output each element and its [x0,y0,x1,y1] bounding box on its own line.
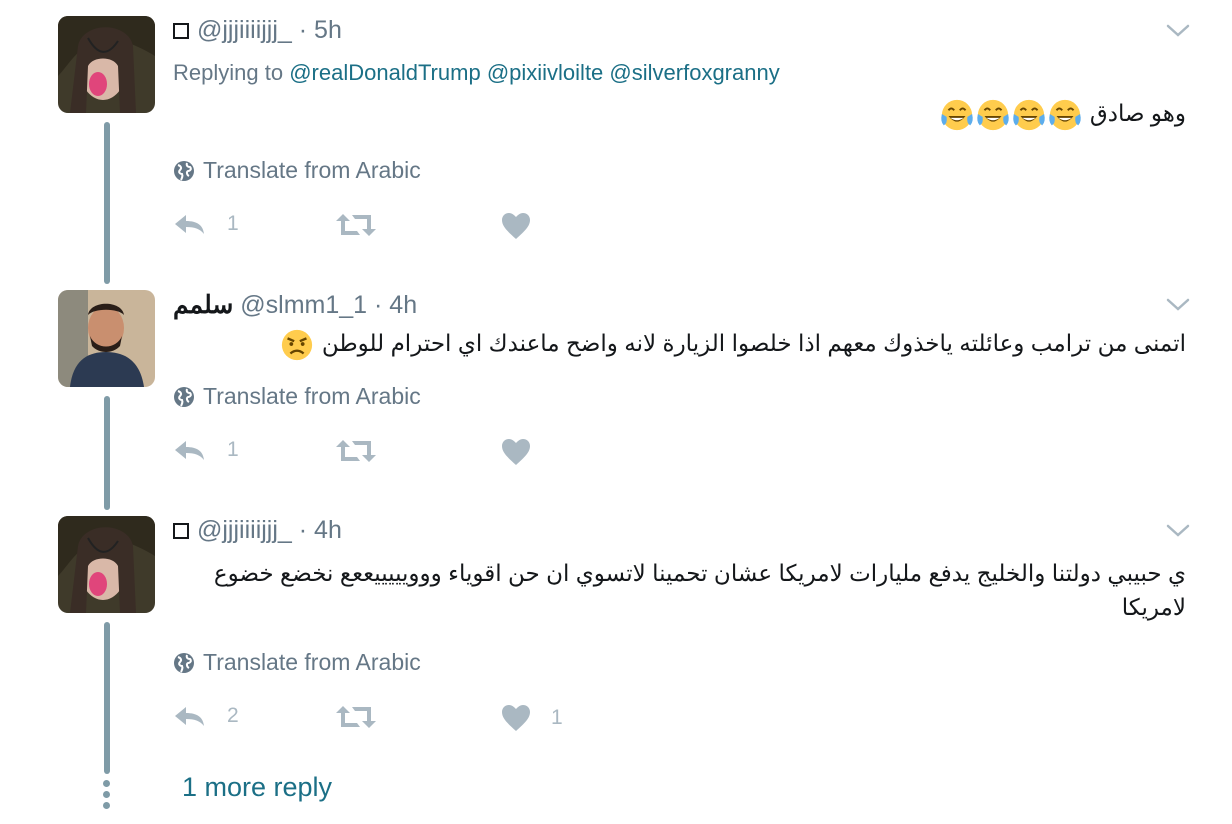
tweet-text-body: وهو صادق [1089,100,1186,126]
reply-count: 1 [227,212,239,235]
display-name[interactable]: سلمم [173,291,233,319]
avatar[interactable] [58,516,155,613]
mention-link[interactable]: @silverfoxgranny [609,60,779,85]
replying-prefix: Replying to [173,60,284,85]
thread-continuation-dots [103,780,111,813]
replying-to: Replying to @realDonaldTrump @pixiivloil… [173,60,780,86]
retweet-button[interactable] [335,212,397,238]
heart-icon [501,212,531,240]
thread-line [104,396,110,510]
face-with-tears-of-joy-icon [940,98,974,132]
reply-icon [173,212,207,236]
mention-link[interactable]: @realDonaldTrump [289,60,480,85]
tweet-actions: 2 1 [173,704,773,738]
retweet-icon [335,438,377,464]
user-handle[interactable]: @jjjiiiijjj_ [197,516,292,544]
translate-link[interactable]: Translate from Arabic [173,157,421,184]
globe-icon [173,160,195,182]
reply-icon [173,704,207,728]
reply-count: 2 [227,704,239,727]
mention-link[interactable]: @pixiivloilte [487,60,603,85]
reply-icon [173,438,207,462]
translate-label: Translate from Arabic [203,383,421,409]
angry-face-icon [280,328,314,362]
tweet-text-body: اتمنى من ترامب وعائلته ياخذوك معهم اذا خ… [321,330,1186,356]
thread-line [104,622,110,774]
translate-link[interactable]: Translate from Arabic [173,383,421,410]
globe-icon [173,652,195,674]
tweet-text: وهو صادق [939,96,1186,132]
reply-button[interactable]: 1 [173,212,239,236]
user-handle[interactable]: @slmm1_1 [240,291,367,319]
tweet-text-body: ي حبيبي دولتنا والخليج يدفع مليارات لامر… [213,560,1186,620]
face-with-tears-of-joy-icon [1012,98,1046,132]
user-handle[interactable]: @jjjiiiijjj_ [197,16,292,44]
chevron-down-icon[interactable] [1166,22,1190,40]
like-count: 1 [551,706,563,729]
reply-button[interactable]: 1 [173,438,239,462]
translate-label: Translate from Arabic [203,157,421,183]
timestamp[interactable]: · 5h [299,16,342,44]
like-button[interactable] [501,438,551,466]
retweet-icon [335,212,377,238]
heart-icon [501,704,531,732]
display-name-box-icon [173,523,189,539]
timestamp[interactable]: · 4h [374,291,417,319]
chevron-down-icon[interactable] [1166,522,1190,540]
tweet-actions: 1 [173,212,773,246]
translate-label: Translate from Arabic [203,649,421,675]
reply-button[interactable]: 2 [173,704,239,728]
display-name-box-icon [173,23,189,39]
face-with-tears-of-joy-icon [1048,98,1082,132]
retweet-button[interactable] [335,704,397,730]
like-button[interactable] [501,212,551,240]
avatar[interactable] [58,16,155,113]
reply-count: 1 [227,438,239,461]
tweet-header: @jjjiiiijjj_ · 4h [173,516,342,545]
more-replies-link[interactable]: 1 more reply [182,772,332,803]
tweet-text: اتمنى من ترامب وعائلته ياخذوك معهم اذا خ… [279,326,1186,362]
translate-link[interactable]: Translate from Arabic [173,649,421,676]
thread-line [104,122,110,284]
chevron-down-icon[interactable] [1166,296,1190,314]
like-button[interactable]: 1 [501,704,563,732]
heart-icon [501,438,531,466]
tweet-header: سلمم @slmm1_1 · 4h [173,290,417,320]
globe-icon [173,386,195,408]
timestamp[interactable]: · 4h [299,516,342,544]
retweet-button[interactable] [335,438,397,464]
tweet-text: ي حبيبي دولتنا والخليج يدفع مليارات لامر… [196,556,1186,624]
face-with-tears-of-joy-icon [976,98,1010,132]
avatar[interactable] [58,290,155,387]
tweet-actions: 1 [173,438,773,472]
retweet-icon [335,704,377,730]
tweet-header: @jjjiiiijjj_ · 5h [173,16,342,45]
